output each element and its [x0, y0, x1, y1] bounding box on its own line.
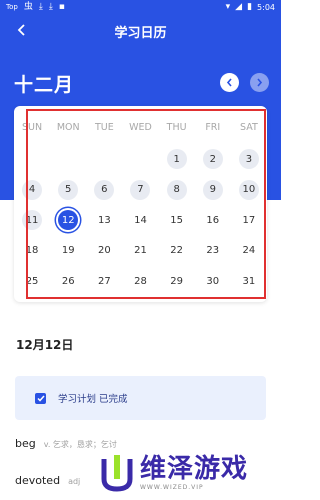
- prev-month-button[interactable]: [220, 73, 239, 92]
- selected-date-heading: 12月12日: [16, 338, 74, 352]
- carrier-label: Top: [6, 3, 18, 11]
- app-header: 学习日历: [0, 16, 281, 44]
- word-text: devoted: [15, 474, 61, 487]
- next-month-button[interactable]: [250, 73, 269, 92]
- site-watermark: 维泽游戏 WWW.WIZED.VIP: [100, 448, 275, 498]
- plan-status-text: 学习计划 已完成: [58, 394, 128, 405]
- word-definition: adj: [68, 477, 81, 486]
- watermark-url: WWW.WIZED.VIP: [140, 483, 204, 491]
- sd-card-icon: ▪: [58, 1, 65, 12]
- chevron-left-icon: [226, 78, 232, 87]
- plan-complete-checkbox[interactable]: [35, 392, 46, 404]
- download-icon-2: ⤓: [48, 1, 53, 12]
- wifi-icon: ▾: [225, 1, 231, 12]
- status-bar: Top 虫 ⤓ ⤓ ▪ ▾ ◢ ▮ 5:04: [0, 0, 281, 14]
- app-notification-icon: 虫: [23, 1, 33, 12]
- study-plan-card: 学习计划 已完成: [15, 376, 266, 420]
- battery-icon: ▮: [247, 1, 253, 12]
- signal-icon: ◢: [235, 1, 243, 12]
- highlight-annotation-box: [26, 109, 266, 299]
- download-icon: ⤓: [38, 1, 43, 12]
- status-time: 5:04: [257, 2, 275, 12]
- watermark-logo-icon: [100, 453, 134, 493]
- watermark-title: 维泽游戏: [140, 453, 249, 484]
- check-icon: [36, 395, 45, 402]
- page-title: 学习日历: [114, 26, 167, 41]
- word-list-item[interactable]: devoted adj: [15, 474, 80, 487]
- chevron-right-icon: [257, 78, 263, 87]
- word-text: beg: [15, 437, 36, 450]
- month-row: 十二月: [14, 70, 269, 98]
